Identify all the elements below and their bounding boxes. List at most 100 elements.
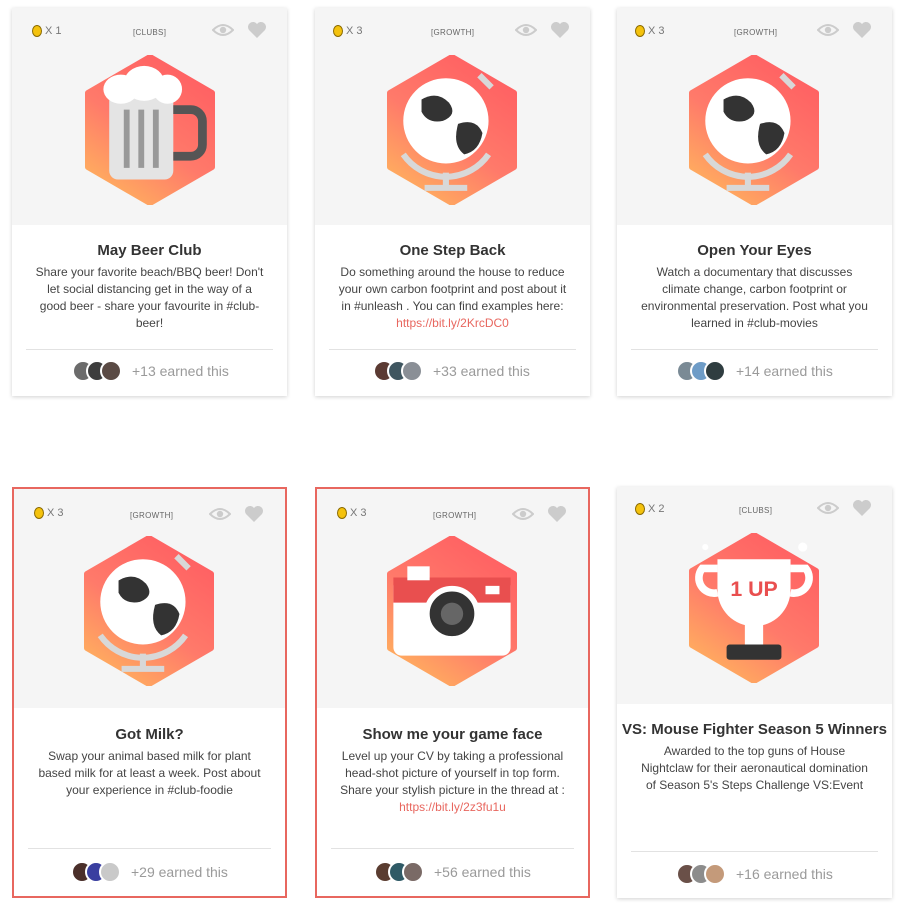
heart-icon[interactable]	[852, 499, 872, 517]
coin-count: X 3	[346, 25, 363, 37]
badge-card[interactable]: X 3 [GROWTH] Open Your Eyes Watch a docu…	[617, 8, 892, 396]
avatar-group	[373, 360, 423, 382]
earned-row[interactable]: +16 earned this	[676, 863, 833, 885]
heart-icon[interactable]	[547, 505, 567, 523]
coin-icon	[32, 25, 42, 37]
badge-description: Watch a documentary that discusses clima…	[639, 264, 870, 332]
description-text: Swap your animal based milk for plant ba…	[38, 749, 261, 797]
eye-icon[interactable]	[512, 507, 534, 521]
avatar	[401, 360, 423, 382]
avatar-group	[374, 861, 424, 883]
heart-icon[interactable]	[247, 21, 267, 39]
avatar-group	[71, 861, 121, 883]
earned-count: +56 earned this	[434, 864, 531, 880]
badge-description: Do something around the house to reduce …	[337, 264, 568, 332]
divider	[329, 349, 576, 350]
category-label: [GROWTH]	[130, 511, 174, 520]
badge-title: Open Your Eyes	[697, 242, 812, 259]
coin-reward: X 3	[333, 25, 363, 37]
coin-count: X 3	[350, 507, 367, 519]
avatar-group	[72, 360, 122, 382]
badge-hexagon	[385, 536, 519, 686]
badge-hexagon: 1 UP	[687, 533, 821, 683]
coin-count: X 3	[47, 507, 64, 519]
badge-card-header: X 3 [GROWTH]	[617, 8, 892, 225]
earned-count: +29 earned this	[131, 864, 228, 880]
eye-icon[interactable]	[515, 23, 537, 37]
category-label: [CLUBS]	[739, 506, 773, 515]
coin-reward: X 3	[635, 25, 665, 37]
divider	[28, 848, 271, 849]
coin-icon	[635, 25, 645, 37]
avatar-group	[676, 863, 726, 885]
globe-icon	[702, 73, 796, 191]
badge-hexagon	[83, 55, 217, 205]
divider	[631, 349, 878, 350]
badge-title: One Step Back	[399, 242, 506, 259]
badge-title: Show me your game face	[362, 726, 543, 743]
globe-icon	[400, 73, 494, 191]
badge-card[interactable]: X 3 [GROWTH] Got Milk? Swap your animal …	[12, 487, 287, 898]
beer-mug-icon	[103, 65, 207, 180]
badge-card[interactable]: X 3 [GROWTH] Show me your game face Leve…	[315, 487, 590, 898]
divider	[631, 851, 878, 852]
avatar-group	[676, 360, 726, 382]
earned-row[interactable]: +29 earned this	[71, 861, 228, 883]
earned-row[interactable]: +33 earned this	[373, 360, 530, 382]
badge-card[interactable]: X 3 [GROWTH] One Step Back Do something …	[315, 8, 590, 396]
badge-card[interactable]: X 2 [CLUBS] 1 UP VS: Mouse Fighter Seaso…	[617, 487, 892, 898]
eye-icon[interactable]	[209, 507, 231, 521]
badge-description: Swap your animal based milk for plant ba…	[36, 748, 263, 799]
category-label: [CLUBS]	[133, 28, 167, 37]
earned-row[interactable]: +14 earned this	[676, 360, 833, 382]
eye-icon[interactable]	[817, 501, 839, 515]
heart-icon[interactable]	[852, 21, 872, 39]
badge-card-header: X 1 [CLUBS]	[12, 8, 287, 225]
avatar	[402, 861, 424, 883]
badge-hexagon	[82, 536, 216, 686]
divider	[331, 848, 574, 849]
description-text: Do something around the house to reduce …	[338, 265, 567, 313]
badge-card[interactable]: X 1 [CLUBS] May Beer Club Share your fav…	[12, 8, 287, 396]
camera-icon	[393, 566, 511, 656]
avatar	[704, 360, 726, 382]
coin-count: X 1	[45, 25, 62, 37]
heart-icon[interactable]	[550, 21, 570, 39]
badge-card-header: X 3 [GROWTH]	[14, 489, 285, 708]
badge-card-header: X 3 [GROWTH]	[315, 8, 590, 225]
coin-reward: X 1	[32, 25, 62, 37]
earned-row[interactable]: +56 earned this	[374, 861, 531, 883]
coin-icon	[337, 507, 347, 519]
badge-hexagon	[385, 55, 519, 205]
category-label: [GROWTH]	[433, 511, 477, 520]
badge-description: Awarded to the top guns of House Nightcl…	[639, 743, 870, 794]
earned-count: +33 earned this	[433, 363, 530, 379]
coin-count: X 2	[648, 503, 665, 515]
description-text: Level up your CV by taking a professiona…	[340, 749, 565, 797]
external-link[interactable]: https://bit.ly/2z3fu1u	[399, 800, 506, 814]
badge-title: Got Milk?	[115, 726, 184, 743]
external-link[interactable]: https://bit.ly/2KrcDC0	[396, 316, 509, 330]
earned-count: +14 earned this	[736, 363, 833, 379]
badge-title: VS: Mouse Fighter Season 5 Winners	[622, 721, 887, 738]
badge-title: May Beer Club	[97, 242, 202, 259]
category-label: [GROWTH]	[734, 28, 778, 37]
globe-icon	[97, 554, 191, 672]
badge-card-header: X 2 [CLUBS] 1 UP	[617, 487, 892, 704]
avatar	[99, 861, 121, 883]
coin-count: X 3	[648, 25, 665, 37]
coin-reward: X 3	[34, 507, 64, 519]
description-text: Awarded to the top guns of House Nightcl…	[641, 744, 868, 792]
earned-count: +16 earned this	[736, 866, 833, 882]
eye-icon[interactable]	[817, 23, 839, 37]
trophy-icon: 1 UP	[695, 542, 813, 660]
earned-count: +13 earned this	[132, 363, 229, 379]
badge-description: Share your favorite beach/BBQ beer! Don'…	[34, 264, 265, 332]
eye-icon[interactable]	[212, 23, 234, 37]
description-text: Share your favorite beach/BBQ beer! Don'…	[35, 265, 264, 330]
coin-icon	[34, 507, 44, 519]
coin-icon	[333, 25, 343, 37]
earned-row[interactable]: +13 earned this	[72, 360, 229, 382]
coin-icon	[635, 503, 645, 515]
heart-icon[interactable]	[244, 505, 264, 523]
